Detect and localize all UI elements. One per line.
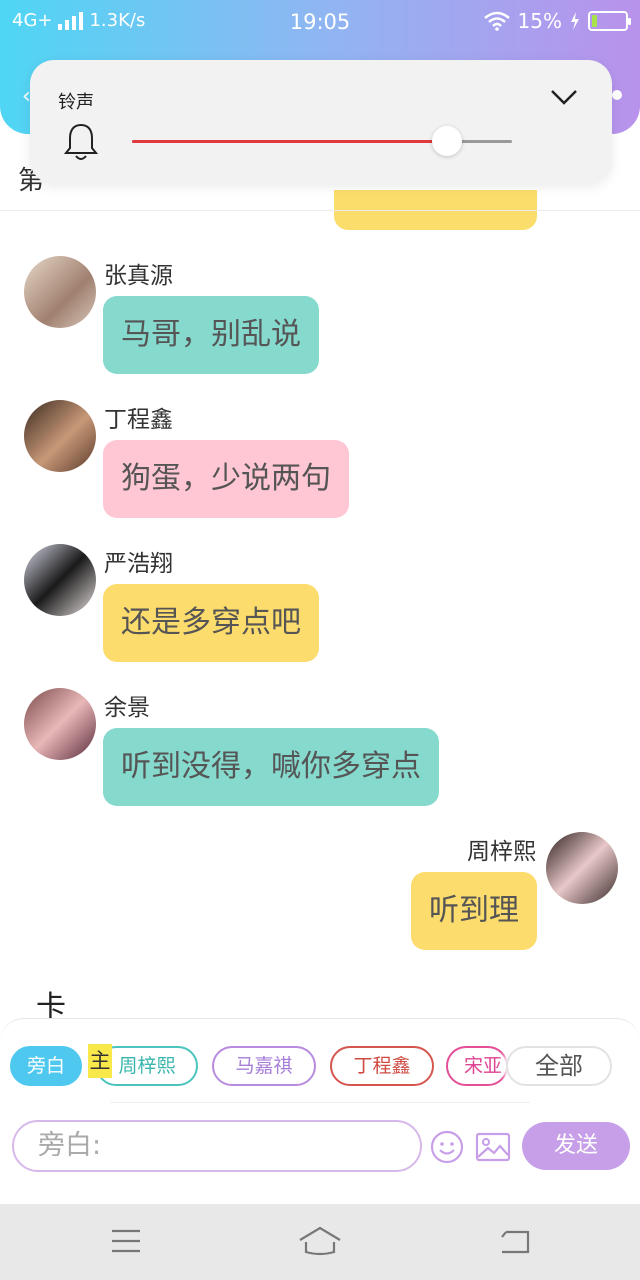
chevron-down-icon[interactable] — [550, 88, 578, 106]
menu-icon[interactable] — [110, 1228, 142, 1254]
more-dot-icon[interactable] — [612, 90, 622, 100]
avatar[interactable] — [24, 256, 96, 328]
emoji-icon[interactable] — [430, 1130, 464, 1164]
sender-name: 余景 — [104, 695, 150, 721]
status-bar: 4G+ 1.3K/s 19:05 15% — [0, 0, 640, 44]
volume-slider-thumb[interactable] — [432, 126, 463, 156]
home-icon[interactable] — [298, 1226, 342, 1256]
bell-icon[interactable] — [64, 122, 98, 162]
message-bubble[interactable]: 马哥，别乱说 — [103, 296, 319, 374]
role-chip[interactable]: 宋亚 — [446, 1046, 508, 1086]
battery-percent: 15% — [517, 9, 562, 33]
main-role-tag: 主 — [88, 1044, 112, 1078]
sender-name: 严浩翔 — [104, 551, 173, 577]
role-chip-narration[interactable]: 旁白 — [10, 1046, 82, 1086]
divider — [0, 210, 640, 211]
volume-slider-fill — [132, 140, 448, 143]
system-nav-bar — [0, 1204, 640, 1280]
divider — [110, 1102, 530, 1103]
message-bubble[interactable]: 听到理 — [411, 872, 537, 950]
avatar[interactable] — [24, 688, 96, 760]
battery-icon — [588, 11, 631, 31]
all-roles-button[interactable]: 全部 — [506, 1046, 612, 1086]
avatar[interactable] — [546, 832, 618, 904]
volume-popup: 铃声 — [30, 60, 612, 184]
sender-name: 张真源 — [104, 263, 173, 289]
volume-slider[interactable] — [132, 126, 512, 156]
back-icon[interactable] — [498, 1228, 532, 1256]
wifi-icon — [483, 11, 510, 31]
image-icon[interactable] — [475, 1132, 511, 1162]
avatar[interactable] — [24, 544, 96, 616]
role-chip[interactable]: 丁程鑫 — [330, 1046, 434, 1086]
sender-name: 丁程鑫 — [104, 407, 173, 433]
message-bubble[interactable]: 听到没得，喊你多穿点 — [103, 728, 439, 806]
send-button[interactable]: 发送 — [522, 1122, 630, 1170]
message-input[interactable]: 旁白: — [12, 1120, 422, 1172]
message-bubble[interactable]: 还是多穿点吧 — [103, 584, 319, 662]
avatar[interactable] — [24, 400, 96, 472]
role-chip[interactable]: 马嘉祺 — [212, 1046, 316, 1086]
charging-icon — [571, 12, 579, 30]
message-bubble[interactable]: 狗蛋，少说两句 — [103, 440, 349, 518]
sender-name: 周梓熙 — [467, 839, 536, 865]
volume-label: 铃声 — [58, 92, 94, 113]
